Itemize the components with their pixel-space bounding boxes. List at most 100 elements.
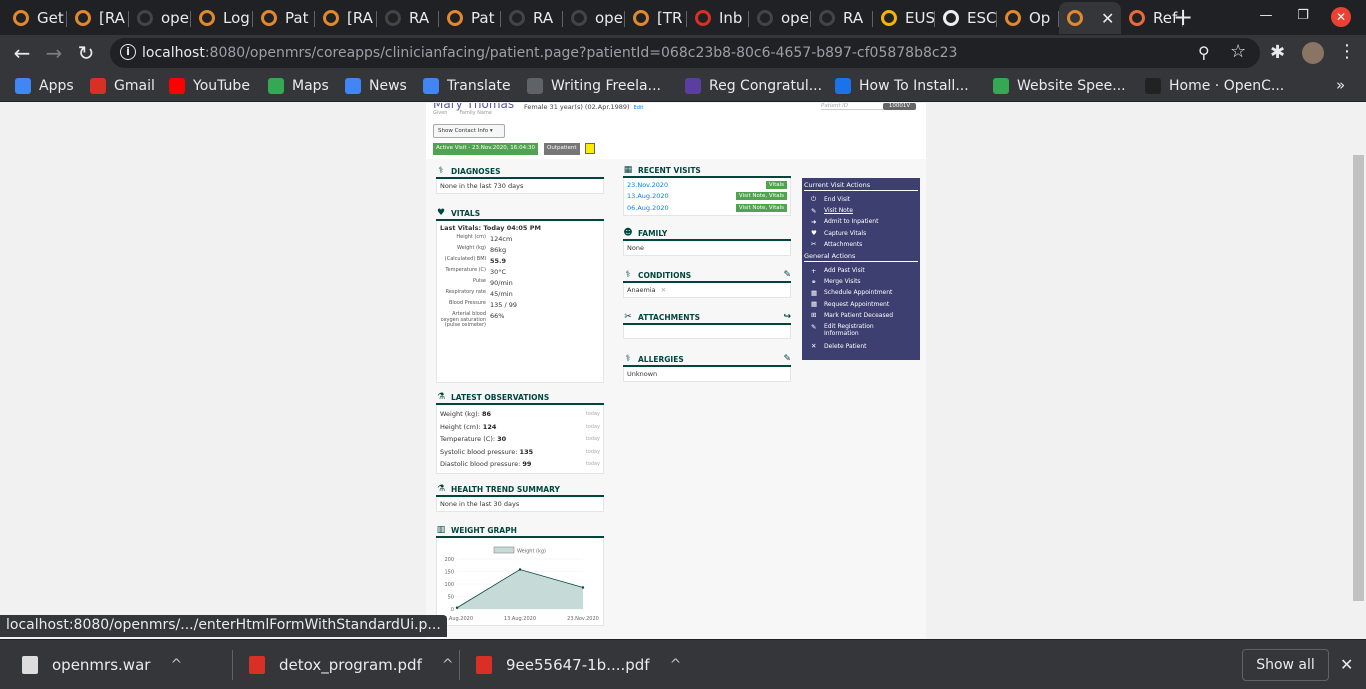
tab-close-icon[interactable]: ✕ [1101, 9, 1114, 28]
chevron-up-icon[interactable]: ^ [670, 657, 682, 673]
vital-row: (Calculated) BMI 55.9 [440, 256, 600, 265]
action-item[interactable]: ✎ Edit Registration Information [804, 321, 918, 341]
action-item[interactable]: ⏻ End Visit [804, 194, 918, 205]
calendar-icon: ▦ [623, 165, 633, 175]
bookmark-item[interactable]: Maps [268, 76, 329, 96]
browser-tab[interactable]: ✕ [1059, 2, 1121, 34]
reload-icon[interactable]: ↻ [73, 40, 99, 66]
scrollbar-thumb[interactable] [1353, 155, 1364, 601]
observation-date: today [585, 411, 600, 418]
chevron-up-icon[interactable]: ^ [170, 657, 182, 673]
browser-tab[interactable]: [RA [67, 2, 129, 34]
bookmark-item[interactable]: Reg Congratul... [685, 76, 822, 96]
browser-tab[interactable]: ope [563, 2, 625, 34]
bookmark-favicon-icon [15, 78, 31, 94]
show-contact-info-button[interactable]: Show Contact Info ▾ [433, 124, 505, 138]
tab-label: Log [223, 9, 250, 27]
bookmark-item[interactable]: YouTube [169, 76, 250, 96]
avatar[interactable] [1302, 42, 1324, 64]
download-item[interactable]: openmrs.war ^ [22, 640, 182, 689]
visit-tag[interactable]: Visit Note, Vitals [735, 203, 787, 212]
download-item[interactable]: 9ee55647-1b....pdf ^ [476, 640, 681, 689]
browser-tab[interactable]: Inb [687, 2, 749, 34]
bookmark-item[interactable]: Home · OpenC... [1145, 76, 1284, 96]
action-item[interactable]: ⊞ Mark Patient Deceased [804, 310, 918, 321]
restore-icon[interactable]: ❐ [1293, 6, 1313, 26]
bookmarks-more-icon[interactable]: » [1336, 76, 1345, 94]
browser-tab[interactable]: RA [501, 2, 563, 34]
action-label: Mark Patient Deceased [824, 311, 894, 319]
visit-date-link[interactable]: 13.Aug.2020 [627, 192, 669, 200]
patient-id-value: 10001V [883, 103, 916, 110]
condition-item[interactable]: Anaemia [627, 286, 656, 294]
browser-tab[interactable]: Get [5, 2, 67, 34]
browser-toolbar: ← → ↻ i localhost:8080/openmrs/coreapps/… [0, 35, 1366, 70]
visit-date-link[interactable]: 23.Nov.2020 [627, 181, 668, 189]
bookmark-item[interactable]: Writing Freela... [527, 76, 661, 96]
sticky-note-icon[interactable] [585, 143, 595, 154]
close-shelf-icon[interactable]: ✕ [1340, 655, 1353, 674]
site-info-icon[interactable]: i [120, 44, 136, 60]
minimize-icon[interactable]: — [1256, 6, 1276, 26]
bookmark-item[interactable]: Gmail [90, 76, 155, 96]
zoom-icon[interactable]: ⚲ [1198, 43, 1210, 62]
window-close-icon[interactable]: ✕ [1331, 7, 1351, 27]
bookmark-item[interactable]: Translate [423, 76, 511, 96]
browser-tab[interactable]: Pat [253, 2, 315, 34]
browser-tab[interactable]: ope [129, 2, 191, 34]
browser-tab[interactable]: RA [811, 2, 873, 34]
browser-tab[interactable]: Pat [439, 2, 501, 34]
menu-kebab-icon[interactable]: ⋮ [1338, 41, 1356, 62]
tab-favicon-icon [323, 10, 339, 26]
action-item[interactable]: ✕ Delete Patient [804, 341, 918, 352]
visit-tag[interactable]: Visit Note, Vitals [735, 192, 787, 201]
edit-demographics-link[interactable]: Edit [634, 105, 644, 111]
show-all-button[interactable]: Show all [1242, 649, 1329, 681]
extensions-icon[interactable]: ✱ [1270, 42, 1285, 63]
page-scrollbar[interactable] [1351, 103, 1366, 639]
bookmark-item[interactable]: News [345, 76, 407, 96]
browser-tab[interactable]: RA [377, 2, 439, 34]
browser-tab[interactable]: [RA [315, 2, 377, 34]
share-icon[interactable]: ↪ [783, 312, 791, 322]
vital-label: Blood Pressure [448, 300, 486, 306]
bookmark-star-icon[interactable]: ☆ [1230, 41, 1246, 62]
forward-icon[interactable]: → [41, 40, 67, 66]
action-item[interactable]: ➜ Admit to Inpatient [804, 216, 918, 227]
edit-allergies-icon[interactable]: ✎ [783, 354, 791, 364]
action-item[interactable]: ▦ Schedule Appointment [804, 287, 918, 298]
browser-tab[interactable]: ope [749, 2, 811, 34]
action-item[interactable]: ✎ Visit Note [804, 205, 918, 216]
browser-tab[interactable]: ESC [935, 2, 997, 34]
address-bar[interactable]: i localhost:8080/openmrs/coreapps/clinic… [110, 38, 1260, 68]
action-item[interactable]: ⚭ Merge Visits [804, 276, 918, 287]
back-icon[interactable]: ← [9, 40, 35, 66]
download-item[interactable]: detox_program.pdf ^ [249, 640, 454, 689]
vitals-body: Last Vitals: Today 04:05 PM Height (cm) 1… [436, 221, 604, 383]
action-item[interactable]: + Add Past Visit [804, 265, 918, 276]
url-text[interactable]: localhost:8080/openmrs/coreapps/clinicia… [142, 45, 957, 61]
vital-value: 135 / 99 [490, 301, 517, 309]
file-icon [476, 656, 492, 674]
bookmark-item[interactable]: How To Install... [835, 76, 969, 96]
browser-tab[interactable]: EUS [873, 2, 935, 34]
tab-label: ESC [967, 9, 997, 27]
recent-visits-header: ▦ RECENT VISITS [623, 164, 791, 178]
visit-date-link[interactable]: 06.Aug.2020 [627, 204, 669, 212]
chevron-up-icon[interactable]: ^ [442, 657, 454, 673]
new-tab-button[interactable]: + [1170, 4, 1196, 30]
vital-label: (Calculated) BMI [444, 256, 486, 262]
browser-tab[interactable]: [TR [625, 2, 687, 34]
bookmark-item[interactable]: Apps [15, 76, 74, 96]
bookmark-item[interactable]: Website Spee... [993, 76, 1126, 96]
action-item[interactable]: ♥ Capture Vitals [804, 228, 918, 239]
tab-label: ope [595, 9, 623, 27]
remove-condition-icon[interactable]: ✕ [661, 286, 666, 294]
active-visit-badge[interactable]: Active Visit - 23.Nov.2020, 16:04:30 [433, 143, 538, 155]
edit-conditions-icon[interactable]: ✎ [783, 270, 791, 280]
action-item[interactable]: ✂ Attachments [804, 239, 918, 250]
browser-tab[interactable]: Op [997, 2, 1059, 34]
browser-tab[interactable]: Log [191, 2, 253, 34]
action-item[interactable]: ▦ Request Appointment [804, 299, 918, 310]
visit-tag[interactable]: Vitals [765, 180, 787, 189]
